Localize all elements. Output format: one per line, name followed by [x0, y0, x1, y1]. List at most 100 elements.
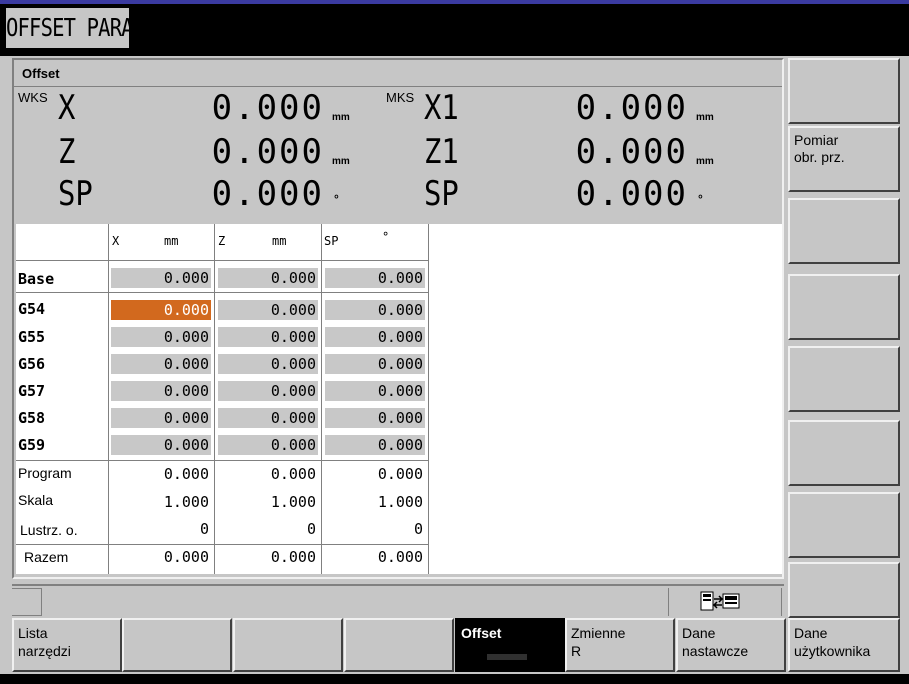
position-row-z: Z 0.000 mm Z1 0.000 mm — [14, 130, 782, 174]
window-title: OFFSET PARAM — [6, 8, 145, 48]
row-label-g56: G56 — [18, 355, 46, 373]
table-cell[interactable]: 0.000 — [111, 435, 211, 455]
table-cell[interactable]: 0.000 — [325, 381, 425, 401]
table-cell[interactable]: 0.000 — [218, 300, 318, 320]
status-icon-box — [668, 588, 782, 616]
table-cell: 0.000 — [163, 465, 209, 483]
vertical-softkey-5[interactable] — [788, 346, 900, 412]
table-cell: 0 — [199, 520, 209, 538]
mks-unit: ° — [698, 192, 703, 206]
column-header-unit: ° — [382, 230, 390, 244]
panel-header: Offset — [14, 60, 782, 87]
bottom-border — [0, 674, 909, 684]
softkey-label: obr. prz. — [794, 149, 845, 165]
table-cell[interactable]: 0.000 — [111, 381, 211, 401]
table-cell[interactable]: 0.000 — [325, 300, 425, 320]
softkey-2[interactable] — [122, 618, 232, 672]
table-cell[interactable]: 0.000 — [218, 354, 318, 374]
channel-switch-icon — [700, 591, 740, 611]
status-bar — [12, 584, 784, 616]
position-row-x: X 0.000 mm X1 0.000 mm — [14, 86, 782, 130]
grid-line — [16, 460, 429, 461]
wks-value: 0.000 — [211, 132, 324, 172]
row-label-g54: G54 — [18, 300, 46, 318]
table-cell[interactable]: 0.000 — [218, 268, 318, 288]
table-cell: 0 — [306, 520, 316, 538]
vertical-softkey-3[interactable] — [788, 198, 900, 264]
vertical-softkey-4[interactable] — [788, 274, 900, 340]
softkey-offset[interactable]: Offset — [455, 618, 565, 672]
softkey-4[interactable] — [344, 618, 454, 672]
softkey-label: Zmienne — [571, 625, 626, 641]
softkey-label: Offset — [461, 625, 502, 641]
column-header-axis: SP — [324, 234, 339, 248]
table-cell[interactable]: 0.000 — [218, 408, 318, 428]
grid-line — [321, 224, 322, 574]
wks-unit: mm — [332, 112, 350, 123]
table-cell[interactable]: 0.000 — [218, 435, 318, 455]
table-cell[interactable]: 0.000 — [111, 327, 211, 347]
softkey-setting-data[interactable]: Dane nastawcze — [676, 618, 786, 672]
mks-axis-name: SP — [424, 174, 459, 214]
table-cell: 1.000 — [163, 493, 209, 511]
mks-value: 0.000 — [575, 174, 688, 214]
table-cell: 0.000 — [270, 548, 316, 566]
table-cell[interactable]: 0.000 — [325, 327, 425, 347]
offset-table: X mm Z mm SP ° Base 0.000 0.000 0.000 G5… — [16, 224, 782, 574]
mks-value: 0.000 — [575, 88, 688, 128]
table-cell: 0.000 — [163, 548, 209, 566]
table-cell: 0.000 — [377, 548, 423, 566]
row-label-total: Razem — [24, 549, 69, 565]
selected-indicator — [487, 654, 527, 660]
grid-line — [16, 292, 429, 293]
offset-panel: Offset WKS MKS X 0.000 mm X1 0.000 mm Z … — [12, 58, 784, 579]
softkey-label: nastawcze — [682, 643, 749, 659]
grid-line — [428, 224, 429, 574]
table-cell[interactable]: 0.000 — [218, 327, 318, 347]
mks-value: 0.000 — [575, 132, 688, 172]
status-field — [12, 588, 42, 616]
softkey-3[interactable] — [233, 618, 343, 672]
table-cell[interactable]: 0.000 — [325, 268, 425, 288]
row-label-mirror: Lustrz. o. — [20, 522, 78, 538]
table-cell[interactable]: 0.000 — [111, 354, 211, 374]
softkey-user-data[interactable]: Dane użytkownika — [788, 618, 900, 672]
top-bar: OFFSET PARAM — [0, 0, 909, 56]
table-cell[interactable]: 0.000 — [325, 435, 425, 455]
vertical-softkey-measure[interactable]: Pomiar obr. prz. — [788, 126, 900, 192]
row-label-program: Program — [18, 465, 72, 481]
table-cell[interactable]: 0.000 — [325, 408, 425, 428]
row-label-skala: Skala — [18, 492, 54, 508]
row-label-base: Base — [18, 270, 55, 288]
grid-line — [16, 260, 429, 261]
softkey-label: narzędzi — [18, 643, 71, 659]
table-cell[interactable]: 0.000 — [111, 408, 211, 428]
softkey-r-variables[interactable]: Zmienne R — [565, 618, 675, 672]
row-label-g57: G57 — [18, 382, 46, 400]
table-cell[interactable]: 0.000 — [111, 268, 211, 288]
table-cell[interactable]: 0.000 — [218, 381, 318, 401]
row-label-g59: G59 — [18, 436, 46, 454]
grid-line — [16, 544, 429, 545]
mks-unit: mm — [696, 112, 714, 123]
vertical-softkey-8[interactable] — [788, 562, 900, 618]
table-cell-active[interactable]: 0.000 — [111, 300, 211, 320]
screen: OFFSET PARAM Offset WKS MKS X 0.000 mm X… — [0, 0, 909, 684]
row-label-g58: G58 — [18, 409, 46, 427]
table-cell[interactable]: 0.000 — [325, 354, 425, 374]
mks-axis-name: X1 — [424, 88, 459, 128]
wks-axis-name: Z — [58, 132, 76, 172]
softkey-label: Dane — [682, 625, 716, 641]
table-cell: 0.000 — [377, 465, 423, 483]
top-stripe — [0, 0, 909, 4]
vertical-softkey-6[interactable] — [788, 420, 900, 486]
vertical-softkey-1[interactable] — [788, 58, 900, 124]
column-header-unit: mm — [272, 234, 287, 248]
softkey-tool-list[interactable]: Lista narzędzi — [12, 618, 122, 672]
vertical-softkey-7[interactable] — [788, 492, 900, 558]
panel-title: Offset — [22, 66, 60, 81]
position-row-sp: SP 0.000 ° SP 0.000 ° — [14, 172, 782, 216]
softkey-label: użytkownika — [794, 643, 871, 659]
wks-unit: ° — [334, 192, 339, 206]
softkey-label: Lista — [18, 625, 48, 641]
